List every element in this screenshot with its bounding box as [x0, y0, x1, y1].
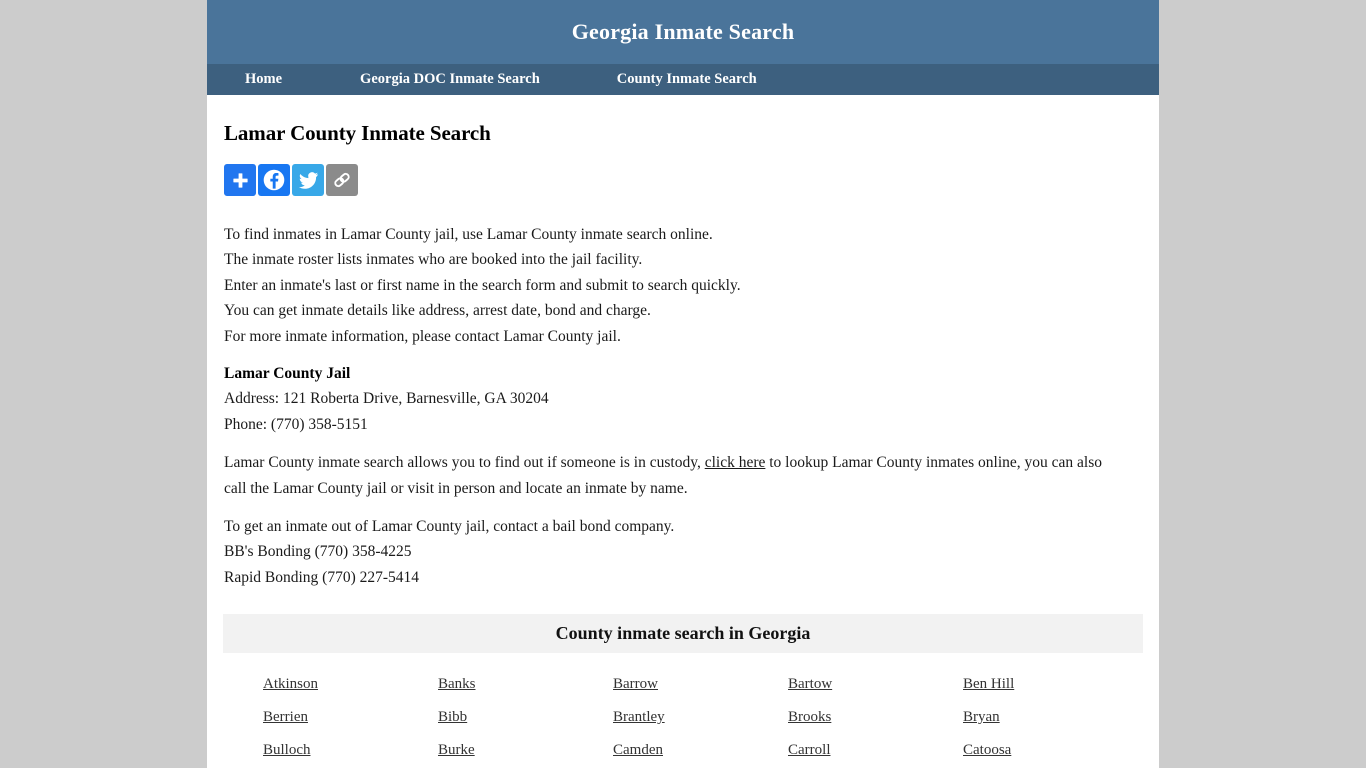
copy-link-button[interactable] [326, 164, 358, 196]
intro-line: Enter an inmate's last or first name in … [224, 273, 1143, 298]
county-link[interactable]: Brantley [613, 703, 665, 732]
county-link[interactable]: Berrien [263, 703, 308, 732]
intro-line: You can get inmate details like address,… [224, 298, 1143, 323]
intro-text: To find inmates in Lamar County jail, us… [223, 196, 1143, 349]
page-title: Lamar County Inmate Search [223, 95, 1143, 146]
county-link[interactable]: Burke [438, 736, 475, 765]
nav-item-georgia-doc-inmate-search[interactable]: Georgia DOC Inmate Search [360, 71, 540, 88]
county-link[interactable]: Atkinson [263, 670, 318, 699]
bail-intro: To get an inmate out of Lamar County jai… [224, 514, 1143, 539]
county-link[interactable]: Carroll [788, 736, 831, 765]
addthis-share-button[interactable] [224, 164, 256, 196]
county-links-grid: Atkinson Banks Barrow Bartow Ben Hill Be… [223, 653, 1143, 765]
click-here-link[interactable]: click here [705, 454, 766, 471]
chain-link-icon [332, 170, 352, 190]
nav-item-county-inmate-search[interactable]: County Inmate Search [617, 71, 757, 88]
county-link[interactable]: Brooks [788, 703, 831, 732]
bail-bond-block: To get an inmate out of Lamar County jai… [223, 501, 1143, 590]
county-link[interactable]: Banks [438, 670, 476, 699]
county-link[interactable]: Ben Hill [963, 670, 1014, 699]
intro-line: To find inmates in Lamar County jail, us… [224, 222, 1143, 247]
jail-phone: Phone: (770) 358-5151 [224, 412, 1143, 437]
county-link[interactable]: Bibb [438, 703, 467, 732]
twitter-share-button[interactable] [292, 164, 324, 196]
county-link[interactable]: Camden [613, 736, 663, 765]
page-container: Georgia Inmate Search Home Georgia DOC I… [207, 0, 1159, 768]
facebook-share-button[interactable] [258, 164, 290, 196]
intro-line: The inmate roster lists inmates who are … [224, 247, 1143, 272]
plus-icon [231, 171, 250, 190]
custody-text-before: Lamar County inmate search allows you to… [224, 454, 705, 471]
main-content: Lamar County Inmate Search [207, 95, 1159, 765]
nav-item-home[interactable]: Home [245, 71, 282, 88]
share-buttons [223, 164, 1143, 196]
county-link[interactable]: Barrow [613, 670, 658, 699]
jail-contact-block: Lamar County Jail Address: 121 Roberta D… [223, 349, 1143, 437]
county-link[interactable]: Bryan [963, 703, 1000, 732]
site-title: Georgia Inmate Search [572, 19, 795, 45]
intro-line: For more inmate information, please cont… [224, 324, 1143, 349]
county-search-section: County inmate search in Georgia Atkinson… [223, 614, 1143, 765]
county-search-banner: County inmate search in Georgia [223, 614, 1143, 653]
site-header: Georgia Inmate Search [207, 0, 1159, 64]
main-navigation: Home Georgia DOC Inmate Search County In… [207, 64, 1159, 95]
county-link[interactable]: Bulloch [263, 736, 311, 765]
custody-paragraph: Lamar County inmate search allows you to… [223, 437, 1123, 501]
county-link[interactable]: Bartow [788, 670, 832, 699]
twitter-bird-icon [298, 170, 319, 191]
county-search-title: County inmate search in Georgia [556, 623, 811, 644]
facebook-icon [262, 168, 286, 192]
bail-company: BB's Bonding (770) 358-4225 [224, 539, 1143, 564]
jail-address: Address: 121 Roberta Drive, Barnesville,… [224, 386, 1143, 411]
bail-company: Rapid Bonding (770) 227-5414 [224, 565, 1143, 590]
jail-name: Lamar County Jail [224, 361, 1143, 386]
county-link[interactable]: Catoosa [963, 736, 1011, 765]
